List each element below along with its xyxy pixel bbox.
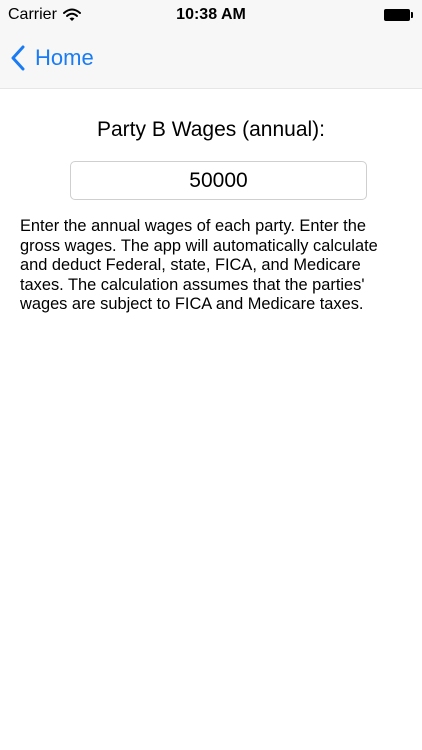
wage-input[interactable]: [70, 161, 367, 200]
instructions-text: Enter the annual wages of each party. En…: [20, 217, 378, 313]
battery-icon: [384, 8, 414, 22]
screen: Carrier 10:38 AM Home Party B Wages (ann…: [0, 0, 422, 750]
back-button[interactable]: Home: [10, 42, 94, 74]
status-bar: Carrier 10:38 AM: [0, 0, 422, 30]
field-title: Party B Wages (annual):: [97, 118, 325, 141]
battery-tip: [411, 12, 413, 18]
battery-body: [384, 9, 410, 21]
status-time: 10:38 AM: [176, 6, 246, 23]
back-label: Home: [35, 45, 94, 70]
navigation-bar: Home: [0, 30, 422, 89]
chevron-left-icon: [11, 45, 25, 71]
